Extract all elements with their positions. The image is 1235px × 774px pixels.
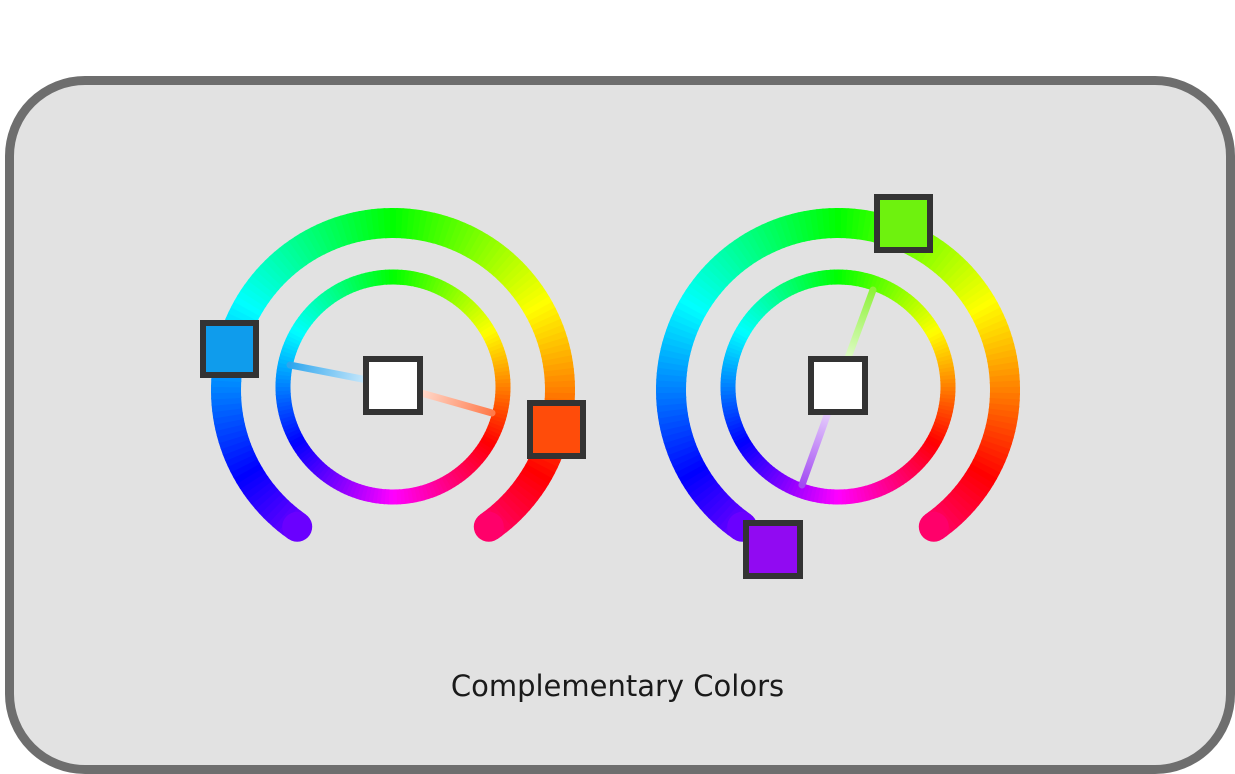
right-center-square-icon[interactable] <box>808 356 868 415</box>
left-primary-handle[interactable] <box>200 320 259 378</box>
left-complement-handle[interactable] <box>527 400 586 459</box>
hue-arc-cap <box>282 511 313 542</box>
color-harmony-diagram <box>200 194 1020 579</box>
left-color-wheel <box>200 208 586 542</box>
hue-arc-cap <box>918 511 949 542</box>
right-color-wheel <box>656 194 1020 579</box>
hue-arc-cap <box>473 511 504 542</box>
right-primary-handle[interactable] <box>874 194 933 253</box>
right-complement-handle[interactable] <box>743 520 803 579</box>
left-center-square-icon[interactable] <box>363 356 423 415</box>
diagram-caption: Complementary Colors <box>450 669 785 703</box>
